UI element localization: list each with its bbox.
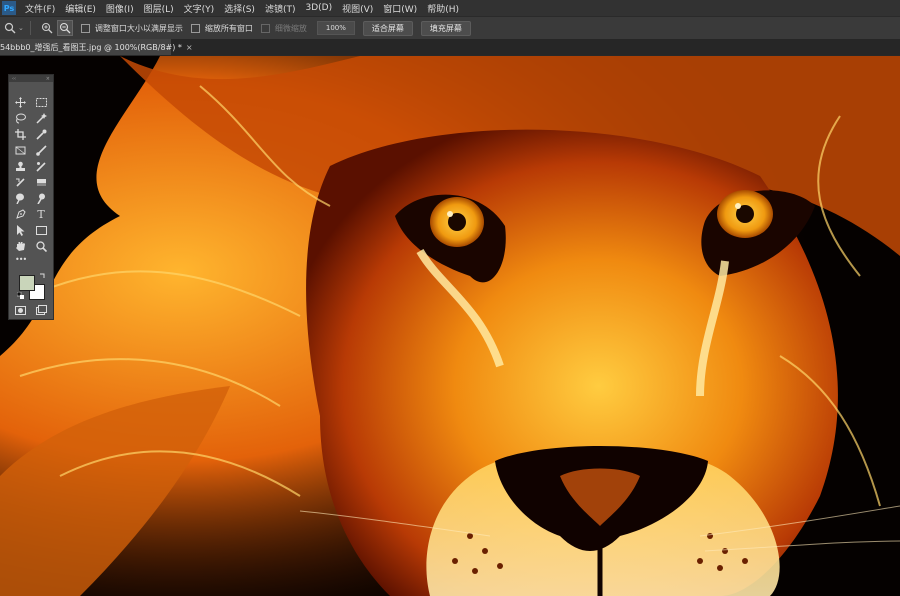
- zoom-all-windows-label: 缩放所有窗口: [204, 23, 253, 33]
- healing-brush-icon[interactable]: [33, 159, 49, 173]
- document-tab-title: 54bbb0_增强后_看图王.jpg @ 100%(RGB/8#) *: [0, 42, 182, 52]
- zoom-in-icon[interactable]: [40, 21, 54, 35]
- close-icon[interactable]: ×: [186, 43, 193, 52]
- menu-type[interactable]: 文字(Y): [179, 2, 220, 15]
- menu-edit[interactable]: 编辑(E): [60, 2, 101, 15]
- document-tab-bar: 54bbb0_增强后_看图王.jpg @ 100%(RGB/8#) * ×: [0, 39, 900, 55]
- resize-windows-checkbox[interactable]: 调整窗口大小以满屏显示: [80, 23, 183, 34]
- zoom-tool-icon[interactable]: [33, 239, 49, 253]
- fire-lion-image: [0, 56, 900, 596]
- lasso-tool-icon[interactable]: [12, 111, 28, 125]
- hand-tool-icon[interactable]: [12, 239, 28, 253]
- default-colors-icon[interactable]: [16, 291, 24, 301]
- menu-filter[interactable]: 滤镜(T): [260, 2, 301, 15]
- menu-window[interactable]: 窗口(W): [378, 2, 422, 15]
- swap-colors-icon[interactable]: [39, 273, 45, 281]
- zoom-out-icon[interactable]: [56, 20, 73, 36]
- close-icon[interactable]: ×: [46, 76, 50, 82]
- menu-file[interactable]: 文件(F): [20, 2, 60, 15]
- scrubby-zoom-label: 细微缩放: [274, 23, 307, 33]
- screen-mode-icon[interactable]: [33, 303, 49, 317]
- smudge-tool-icon[interactable]: [33, 191, 49, 205]
- options-bar: ⌄ 调整窗口大小以满屏显示 缩放所有窗口 细微缩放 100% 适合屏幕 填充屏幕: [0, 16, 900, 40]
- checkbox-box: [190, 23, 200, 33]
- right-eye-highlight: [735, 203, 741, 209]
- menu-bar: Ps 文件(F) 编辑(E) 图像(I) 图层(L) 文字(Y) 选择(S) 滤…: [0, 0, 900, 16]
- pen-tool-icon[interactable]: [12, 207, 28, 221]
- move-tool-icon[interactable]: [12, 95, 28, 109]
- stamp-tool-icon[interactable]: [12, 159, 28, 173]
- resize-windows-label: 调整窗口大小以满屏显示: [94, 23, 183, 33]
- canvas[interactable]: [0, 56, 900, 596]
- fill-screen-button[interactable]: 填充屏幕: [420, 20, 471, 36]
- menu-image[interactable]: 图像(I): [101, 2, 139, 15]
- chevron-down-icon[interactable]: ⌄: [18, 24, 24, 32]
- brush-tool-icon[interactable]: [33, 143, 49, 157]
- zoom-value-field[interactable]: 100%: [316, 21, 355, 35]
- quick-mask-icon[interactable]: [12, 303, 28, 317]
- eraser-icon[interactable]: [33, 175, 49, 189]
- menu-view[interactable]: 视图(V): [337, 2, 378, 15]
- menu-select[interactable]: 选择(S): [219, 2, 260, 15]
- tools-panel: ‹‹ × T •••: [8, 74, 54, 320]
- zoom-tool-preset-icon[interactable]: [3, 21, 17, 35]
- tools-panel-header[interactable]: ‹‹ ×: [9, 75, 53, 82]
- foreground-color-swatch[interactable]: [19, 275, 35, 291]
- checkbox-box: [260, 23, 270, 33]
- left-eye-highlight: [447, 211, 453, 217]
- collapse-icon[interactable]: ‹‹: [12, 76, 16, 82]
- dodge-tool-icon[interactable]: [12, 191, 28, 205]
- history-brush-icon[interactable]: [12, 175, 28, 189]
- document-tab[interactable]: 54bbb0_增强后_看图王.jpg @ 100%(RGB/8#) * ×: [0, 39, 193, 55]
- menu-layer[interactable]: 图层(L): [139, 2, 179, 15]
- zoom-all-windows-checkbox[interactable]: 缩放所有窗口: [190, 23, 253, 34]
- menu-3d[interactable]: 3D(D): [300, 3, 337, 13]
- scrubby-zoom-checkbox[interactable]: 细微缩放: [260, 23, 307, 34]
- menu-help[interactable]: 帮助(H): [422, 2, 464, 15]
- crop-tool-icon[interactable]: [12, 127, 28, 141]
- eyedropper-icon[interactable]: [33, 127, 49, 141]
- divider: [29, 21, 31, 35]
- checkbox-box: [80, 23, 90, 33]
- fit-screen-button[interactable]: 适合屏幕: [362, 20, 413, 36]
- marquee-tool-icon[interactable]: [33, 95, 49, 109]
- photoshop-logo[interactable]: Ps: [2, 1, 16, 15]
- path-select-icon[interactable]: [12, 223, 28, 237]
- more-tools-icon[interactable]: •••: [15, 255, 27, 264]
- type-tool-icon[interactable]: T: [33, 207, 49, 221]
- magic-wand-icon[interactable]: [33, 111, 49, 125]
- frame-tool-icon[interactable]: [12, 143, 28, 157]
- rectangle-tool-icon[interactable]: [33, 223, 49, 237]
